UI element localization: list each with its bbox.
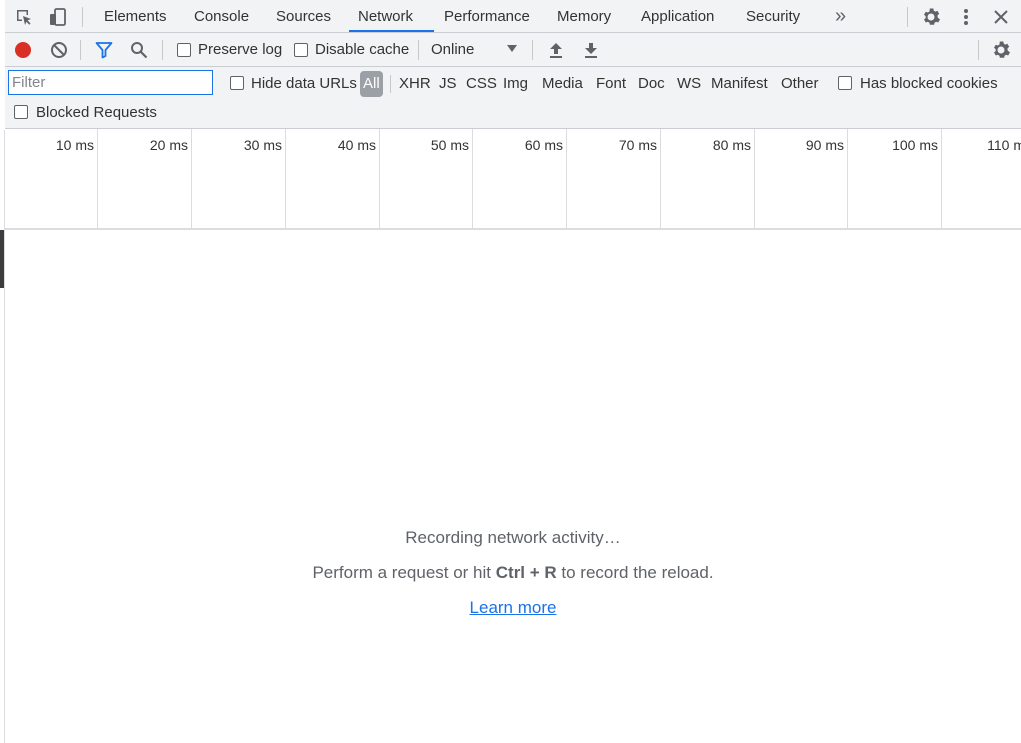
hide-data-urls-label: Hide data URLs: [251, 75, 357, 92]
tick-label: 80 ms: [712, 137, 751, 153]
tab-security[interactable]: Security: [746, 0, 800, 33]
type-filter-xhr[interactable]: XHR: [399, 71, 431, 97]
request-list-empty-state: Recording network activity… Perform a re…: [5, 231, 1021, 743]
filter-icon[interactable]: [94, 40, 114, 60]
timeline-tick: 60 ms: [473, 129, 567, 228]
blocked-requests-checkbox[interactable]: [14, 105, 28, 119]
tick-label: 50 ms: [430, 137, 469, 153]
timeline-tick: 110 ms: [942, 129, 1021, 228]
selected-tab-indicator: [349, 30, 434, 32]
settings-gear-icon[interactable]: [920, 6, 942, 28]
timeline-tick: 80 ms: [661, 129, 755, 228]
reload-hint: Perform a request or hit Ctrl + R to rec…: [5, 563, 1021, 583]
blocked-requests-label: Blocked Requests: [36, 104, 157, 121]
separator: [390, 75, 391, 93]
timeline-tick: 40 ms: [286, 129, 380, 228]
tab-network[interactable]: Network: [358, 0, 413, 33]
separator: [82, 7, 83, 27]
type-filter-css[interactable]: CSS: [466, 71, 497, 97]
type-filter-doc[interactable]: Doc: [638, 71, 665, 97]
disable-cache-checkbox[interactable]: [294, 43, 308, 57]
preserve-log-checkbox[interactable]: [177, 43, 191, 57]
timeline-tick: 20 ms: [98, 129, 192, 228]
tick-label: 110 ms: [987, 137, 1021, 153]
separator: [418, 40, 419, 60]
type-filter-font[interactable]: Font: [596, 71, 626, 97]
reload-hint-prefix: Perform a request or hit: [312, 563, 496, 582]
learn-more-link[interactable]: Learn more: [470, 598, 557, 617]
has-blocked-cookies-checkbox[interactable]: [838, 76, 852, 90]
timeline-tick: 70 ms: [567, 129, 661, 228]
tab-elements[interactable]: Elements: [104, 0, 167, 33]
recording-message: Recording network activity…: [405, 528, 621, 547]
type-filter-js[interactable]: JS: [439, 71, 457, 97]
preserve-log-label: Preserve log: [198, 41, 283, 58]
tick-label: 20 ms: [149, 137, 188, 153]
timeline-tick: 10 ms: [5, 129, 98, 228]
separator: [978, 40, 979, 60]
tab-performance[interactable]: Performance: [444, 0, 530, 33]
chevron-down-icon[interactable]: [505, 42, 519, 56]
learn-more-container: Learn more: [5, 598, 1021, 618]
tick-label: 70 ms: [618, 137, 657, 153]
tick-label: 40 ms: [337, 137, 376, 153]
tab-sources[interactable]: Sources: [276, 0, 331, 33]
tick-label: 30 ms: [243, 137, 282, 153]
tab-console[interactable]: Console: [194, 0, 249, 33]
disable-cache-label: Disable cache: [315, 41, 410, 58]
type-filter-img[interactable]: Img: [503, 71, 528, 97]
more-tabs-icon[interactable]: »: [835, 0, 846, 33]
separator: [532, 40, 533, 60]
reload-hint-suffix: to record the reload.: [556, 563, 714, 582]
tick-label: 10 ms: [55, 137, 94, 153]
reload-shortcut: Ctrl + R: [495, 563, 557, 582]
inspect-element-icon[interactable]: [13, 6, 35, 28]
separator: [162, 40, 163, 60]
tick-label: 90 ms: [805, 137, 844, 153]
filter-input[interactable]: [8, 70, 213, 95]
network-toolbar: Preserve log Disable cache Online: [5, 33, 1021, 67]
devtools-tabbar: Elements Console Sources Network Perform…: [5, 0, 1021, 33]
filter-bar: Hide data URLs All XHR JS CSS Img Media …: [5, 67, 1021, 129]
tick-label: 100 ms: [892, 137, 938, 153]
import-har-icon[interactable]: [547, 40, 565, 60]
timeline-tick: 100 ms: [848, 129, 942, 228]
separator: [907, 7, 908, 27]
type-filter-all[interactable]: All: [360, 71, 383, 97]
close-icon[interactable]: [990, 6, 1012, 28]
type-filter-media[interactable]: Media: [542, 71, 583, 97]
type-filter-ws[interactable]: WS: [677, 71, 701, 97]
record-button[interactable]: [13, 40, 33, 60]
network-settings-gear-icon[interactable]: [991, 40, 1011, 60]
timeline-tick: 90 ms: [755, 129, 848, 228]
clear-icon[interactable]: [49, 40, 69, 60]
device-toolbar-icon[interactable]: [47, 6, 69, 28]
timeline-tick: 30 ms: [192, 129, 286, 228]
tick-label: 60 ms: [524, 137, 563, 153]
timeline-tick: 50 ms: [380, 129, 473, 228]
search-icon[interactable]: [129, 40, 149, 60]
network-overview-timeline[interactable]: 10 ms 20 ms 30 ms 40 ms 50 ms 60 ms 70 m…: [5, 129, 1021, 230]
hide-data-urls-checkbox[interactable]: [230, 76, 244, 90]
export-har-icon[interactable]: [582, 40, 600, 60]
tab-memory[interactable]: Memory: [557, 0, 611, 33]
more-options-icon[interactable]: [956, 6, 976, 28]
type-filter-other[interactable]: Other: [781, 71, 819, 97]
has-blocked-cookies-label: Has blocked cookies: [860, 75, 998, 92]
throttling-select[interactable]: Online: [431, 41, 474, 58]
type-filter-manifest[interactable]: Manifest: [711, 71, 768, 97]
separator: [80, 40, 81, 60]
tab-application[interactable]: Application: [641, 0, 714, 33]
